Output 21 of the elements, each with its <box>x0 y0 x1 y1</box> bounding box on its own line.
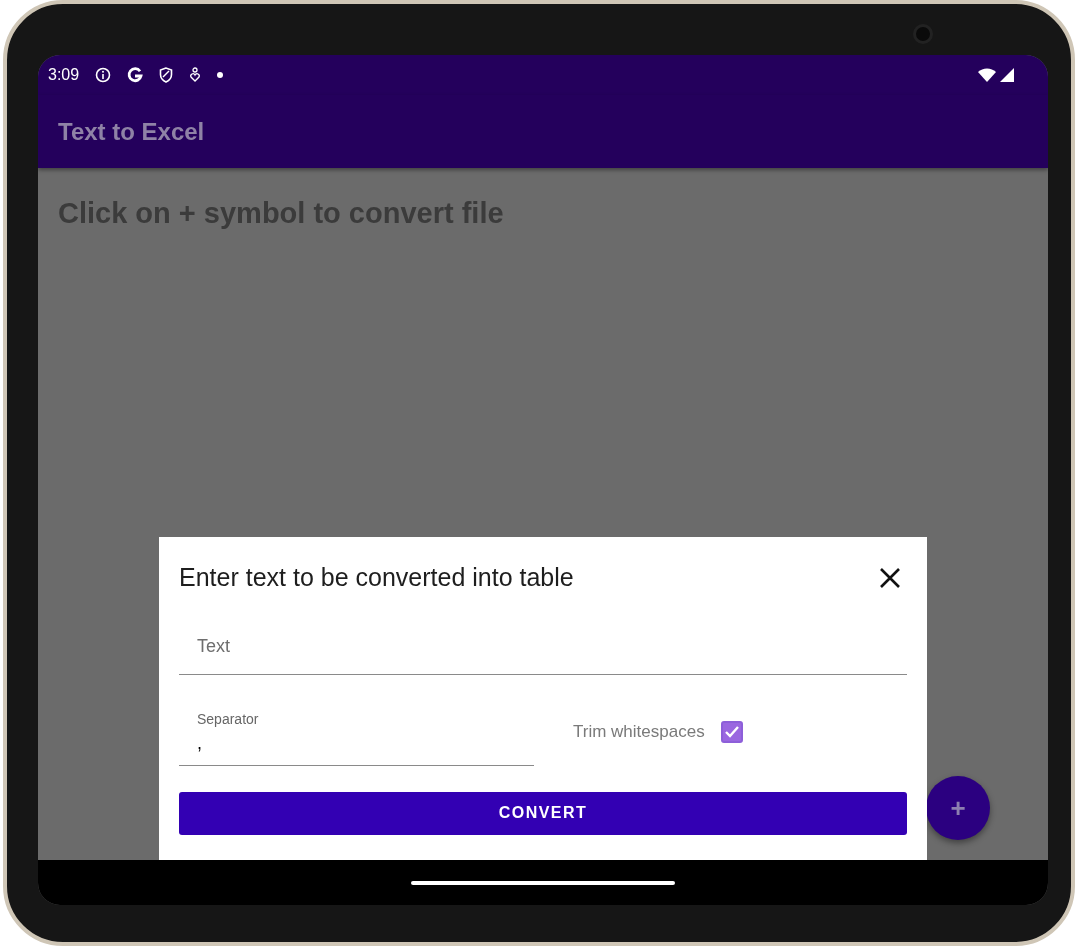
wifi-icon <box>978 68 996 82</box>
signal-icon <box>1000 68 1014 82</box>
checkbox[interactable] <box>720 721 743 743</box>
dialog-title: Enter text to be converted into table <box>179 562 574 593</box>
shield-icon <box>159 67 174 83</box>
dot-icon <box>217 72 224 78</box>
g-logo-icon <box>127 67 144 83</box>
home-indicator[interactable] <box>411 880 675 885</box>
check-icon <box>723 725 740 739</box>
separator-input-field[interactable]: , <box>197 729 516 757</box>
status-time: 3:09 <box>48 65 80 85</box>
camera-icon <box>913 24 933 44</box>
app-title: Text to Excel <box>58 116 205 147</box>
trim-whitespaces-label: Trim whitespaces <box>573 721 705 744</box>
add-button[interactable]: + <box>926 776 990 840</box>
info-icon <box>95 67 112 83</box>
text-input-field[interactable]: Text <box>179 620 907 675</box>
close-icon[interactable] <box>879 566 901 589</box>
convert-button[interactable]: CONVERT <box>179 791 907 835</box>
separator-label: Separator <box>197 709 260 729</box>
heart-person-icon <box>189 67 202 83</box>
